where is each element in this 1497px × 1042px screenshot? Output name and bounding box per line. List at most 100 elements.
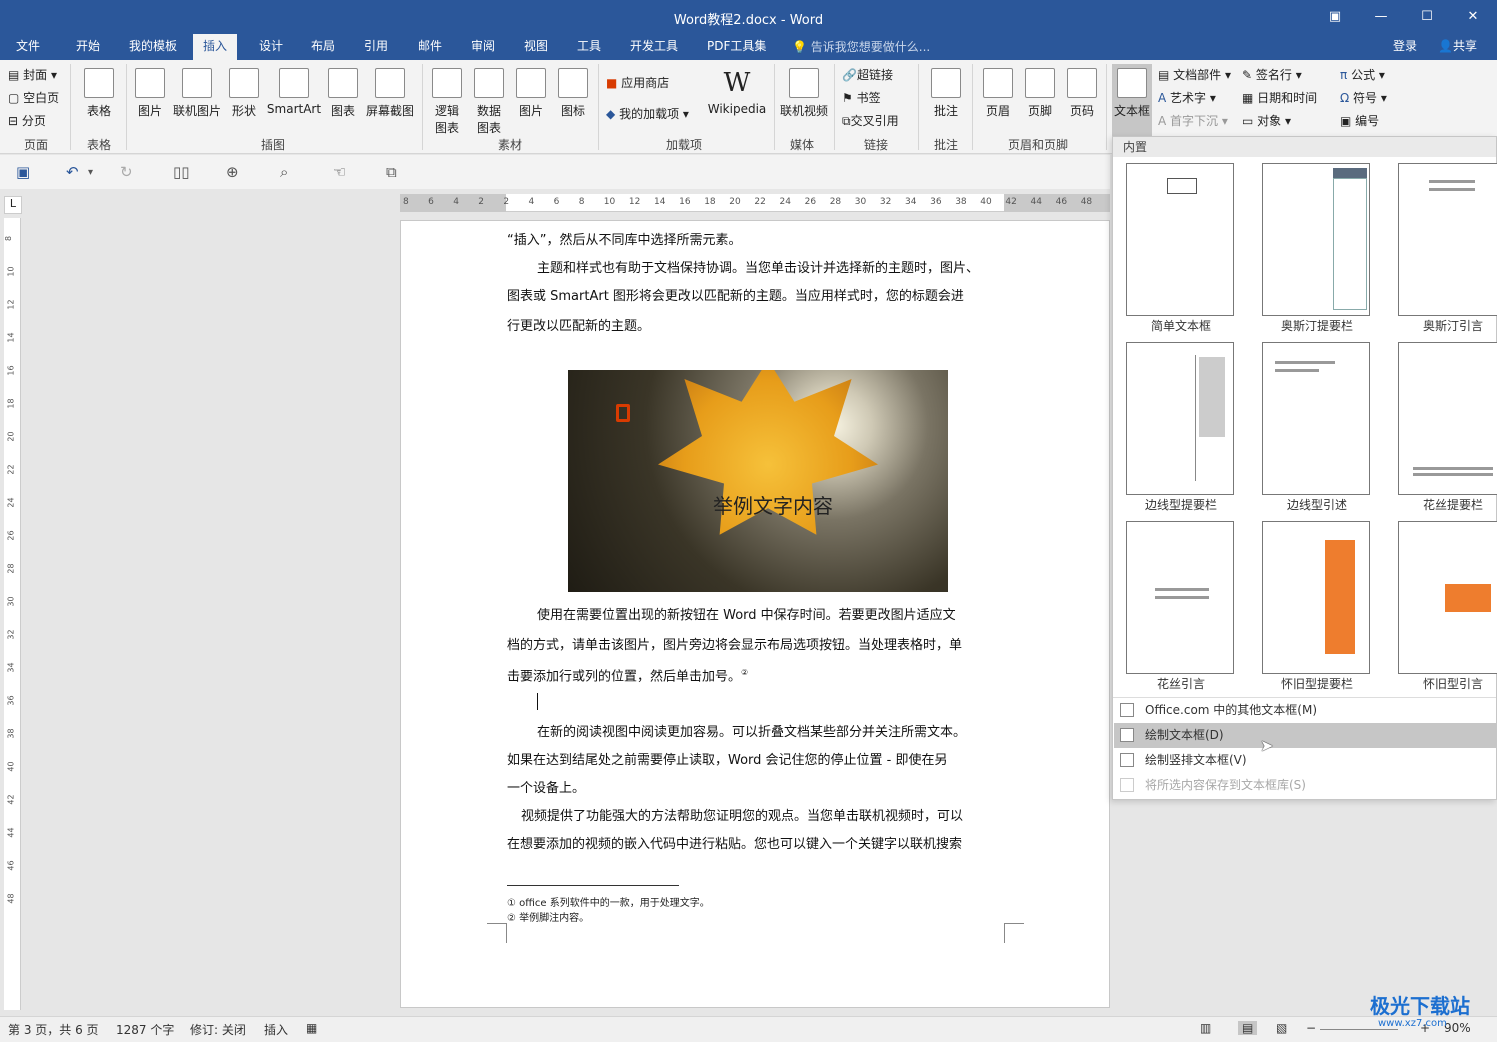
store-button[interactable]: ■ 应用商店 [606,74,669,91]
document-image[interactable]: 举例文字内容 [568,370,948,592]
tab-developer[interactable]: 开发工具 [620,34,688,60]
document-page[interactable]: “插入”，然后从不同库中选择所需元素。 主题和样式也有助于文档保持协调。当您单击… [400,220,1110,1008]
macro-icon[interactable]: ▦ [306,1021,317,1035]
thumbnail-label: 边线型提要栏 [1144,498,1217,512]
restore-icon[interactable]: ▣ [1312,6,1358,28]
tab-review[interactable]: 审阅 [461,34,505,60]
tab-view[interactable]: 视图 [514,34,558,60]
tab-tools[interactable]: 工具 [567,34,611,60]
page-number-button[interactable]: 页码 [1064,68,1100,119]
tab-layout[interactable]: 布局 [301,34,345,60]
material-picture-button[interactable]: 图片 [512,68,550,119]
textbox-thumbnail-retro-quote[interactable] [1398,521,1497,674]
online-video-button[interactable]: 联机视频 [778,68,830,119]
equation-button[interactable]: π 公式 ▾ [1340,66,1385,83]
textbox-thumbnail-filigree-sidebar[interactable] [1398,342,1497,495]
tab-mailings[interactable]: 邮件 [408,34,452,60]
header-button[interactable]: 页眉 [980,68,1016,119]
wordart-button[interactable]: A 艺术字 ▾ [1158,89,1216,106]
paragraph-line: 击要添加行或列的位置，然后单击加号。② [507,659,1005,691]
online-picture-button[interactable]: 联机图片 [170,68,224,119]
columns-icon[interactable]: ▯▯ [173,163,190,181]
login-link[interactable]: 登录 [1383,34,1427,60]
zoom-level[interactable]: 90% [1444,1021,1471,1035]
data-chart-button[interactable]: 数据 图表 [470,68,508,136]
shapes-button[interactable]: 形状 [226,68,262,119]
tab-references[interactable]: 引用 [354,34,398,60]
bookmark-button[interactable]: ⚑ 书签 [842,89,881,106]
footer-button[interactable]: 页脚 [1022,68,1058,119]
more-textboxes-menu-item[interactable]: Office.com 中的其他文本框(M) [1114,698,1497,723]
undo-icon[interactable]: ↶ [66,163,79,181]
web-layout-icon[interactable]: ▧ [1276,1021,1287,1035]
tab-file[interactable]: 文件 [6,34,50,60]
insert-mode[interactable]: 插入 [264,1021,288,1038]
ruler-tick-label: 46 [6,860,16,871]
textbox-thumbnail-simple[interactable] [1126,163,1234,316]
vertical-ruler[interactable]: 8 10 12 14 16 18 20 22 24 26 28 30 32 34 36 38 40 42 44 46 4… [4,218,21,1010]
thumb-orange-box [1445,584,1491,612]
page-count[interactable]: 第 3 页，共 6 页 [8,1021,99,1038]
textbox-thumbnail-edge-sidebar[interactable] [1126,342,1234,495]
screenshot-button[interactable]: 屏幕截图 [362,68,418,119]
close-button[interactable]: ✕ [1450,6,1496,28]
picture-button[interactable]: 图片 [132,68,168,119]
zoom-out-icon[interactable]: − [1306,1021,1316,1035]
tab-insert[interactable]: 插入 [193,34,238,60]
signature-line-button[interactable]: ✎ 签名行 ▾ [1242,66,1302,83]
object-button[interactable]: ▭ 对象 ▾ [1242,112,1291,129]
textbox-thumbnail-austin-quote[interactable] [1398,163,1497,316]
save-icon[interactable]: ▣ [16,163,30,181]
draw-vertical-textbox-menu-item[interactable]: 绘制竖排文本框(V) [1114,748,1497,773]
smartart-button[interactable]: SmartArt [264,68,324,116]
chart-button[interactable]: 图表 [326,68,360,119]
footer-icon [1025,68,1055,98]
numbering-button[interactable]: ▣ 编号 [1340,112,1379,129]
date-time-button[interactable]: ▦ 日期和时间 [1242,89,1317,106]
draw-textbox-menu-item[interactable]: 绘制文本框(D) [1114,723,1497,748]
symbol-button[interactable]: Ω 符号 ▾ [1340,89,1387,106]
print-layout-icon[interactable]: ▤ [1238,1021,1258,1035]
wikipedia-button[interactable]: W Wikipedia [706,68,768,116]
doc-parts-button[interactable]: ▤ 文档部件 ▾ [1158,66,1231,83]
icon-button[interactable]: 图标 [554,68,592,119]
maximize-button[interactable]: ☐ [1404,6,1450,28]
textbox-thumbnail-filigree-quote[interactable] [1126,521,1234,674]
zoom-slider[interactable] [1320,1029,1398,1030]
tab-my-templates[interactable]: 我的模板 [119,34,187,60]
word-count[interactable]: 1287 个字 [116,1021,174,1038]
undo-dropdown-icon[interactable]: ▾ [88,167,93,178]
touch-icon[interactable]: ☜ [333,163,346,181]
textbox-thumbnail-austin-sidebar[interactable] [1262,163,1370,316]
tab-home[interactable]: 开始 [66,34,110,60]
horizontal-ruler[interactable]: 8 6 4 2 2 4 6 8 10 12 14 16 18 20 22 24 26 28 30 32 34 36 38 40… [400,194,1110,212]
crossref-button[interactable]: ⧉交叉引用 [842,112,899,129]
minimize-button[interactable]: — [1358,6,1404,28]
thumb-line [1275,361,1335,364]
textbox-thumbnail-edge-quote[interactable] [1262,342,1370,495]
hyperlink-button[interactable]: 🔗超链接 [842,66,893,83]
read-mode-icon[interactable]: ▥ [1200,1021,1211,1035]
tab-pdf-tools[interactable]: PDF工具集 [697,34,776,60]
redo-icon[interactable]: ↻ [120,163,133,181]
tab-selector[interactable]: L [4,196,22,214]
textbox-thumbnail-retro-sidebar[interactable] [1262,521,1370,674]
preview-icon[interactable]: ⌕ [280,163,288,181]
blank-page-button[interactable]: ▢ 空白页 [8,89,59,106]
comment-button[interactable]: 批注 [926,68,966,119]
cover-page-button[interactable]: ▤ 封面 ▾ [8,66,57,83]
tab-design[interactable]: 设计 [249,34,293,60]
dropcap-button[interactable]: A 首字下沉 ▾ [1158,112,1228,129]
thumbnail-label: 怀旧型引言 [1422,677,1483,691]
tell-me-input[interactable]: 💡 告诉我您想要做什么... [792,38,930,55]
globe-icon[interactable]: ⊕ [226,163,239,181]
logic-chart-button[interactable]: 逻辑 图表 [428,68,466,136]
my-addins-button[interactable]: ◆ 我的加载项 ▾ [606,105,689,122]
track-changes-status[interactable]: 修订: 关闭 [190,1021,246,1038]
page-break-button[interactable]: ⊟ 分页 [8,112,46,129]
textbox-button[interactable]: 文本框 [1112,64,1152,136]
table-button[interactable]: 表格 [78,68,120,119]
share-button[interactable]: 👤共享 [1428,34,1487,60]
layout-icon[interactable]: ⧉ [386,163,397,181]
save-to-gallery-menu-item[interactable]: 将所选内容保存到文本框库(S) [1114,773,1497,798]
